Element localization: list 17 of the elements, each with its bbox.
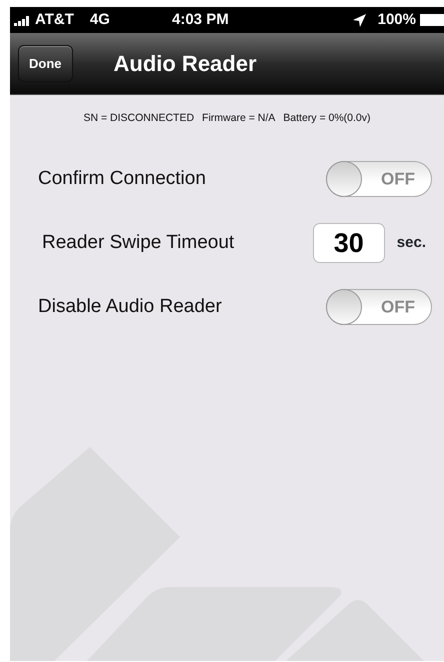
status-text: SN = DISCONNECTED	[83, 111, 194, 126]
battery-icon	[420, 14, 444, 26]
status-text: Battery = 0%(0.0v)	[283, 111, 371, 126]
unit-label: sec.	[396, 232, 426, 252]
setting-label: Confirm Connection	[37, 166, 207, 190]
status-text: Firmware = N/A	[202, 111, 276, 126]
status-time: 4:03 PM	[171, 10, 230, 30]
signal-icon	[14, 14, 31, 26]
screen-title: Audio Reader	[114, 50, 257, 78]
battery-percent: 100%	[378, 10, 416, 30]
setting-label: Disable Audio Reader	[37, 294, 223, 318]
location-arrow-icon	[352, 14, 366, 26]
done-button[interactable]: Done	[18, 44, 72, 82]
carrier-name: AT&T	[35, 10, 74, 30]
network-type: 4G	[90, 10, 110, 30]
timeout-field[interactable]: 30	[312, 222, 385, 263]
setting-label: Reader Swipe Timeout	[41, 230, 236, 254]
